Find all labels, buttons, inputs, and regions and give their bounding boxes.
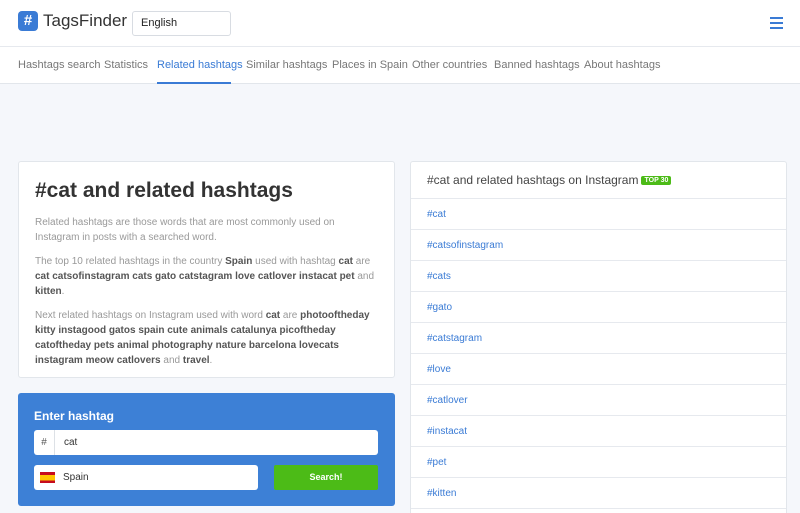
page-title: #cat and related hashtags	[35, 179, 293, 202]
tag-link[interactable]: #pet	[411, 447, 786, 478]
tag-link[interactable]: #love	[411, 354, 786, 385]
spain-flag-icon	[40, 472, 55, 483]
nav-similar-hashtags[interactable]: Similar hashtags	[246, 59, 327, 71]
nav-about-hashtags[interactable]: About hashtags	[584, 59, 660, 71]
tag-link[interactable]: #gato	[411, 292, 786, 323]
tag-link[interactable]: #catlover	[411, 385, 786, 416]
search-panel-title: Enter hashtag	[34, 409, 115, 423]
logo-text: TagsFinder	[43, 11, 128, 30]
tag-link[interactable]: #kitten	[411, 478, 786, 509]
nav-places-in-spain[interactable]: Places in Spain	[332, 59, 408, 71]
nav-other-countries[interactable]: Other countries	[412, 59, 487, 71]
nav-banned-hashtags[interactable]: Banned hashtags	[494, 59, 580, 71]
info-paragraph-3: Next related hashtags on Instagram used …	[35, 310, 370, 366]
tag-link[interactable]: #cat	[411, 199, 786, 230]
search-panel: Enter hashtag # cat Spain Search!	[18, 393, 395, 506]
info-paragraph-2: The top 10 related hashtags in the count…	[35, 256, 375, 297]
info-paragraph-1: Related hashtags are those words that ar…	[35, 217, 335, 243]
search-button[interactable]: Search!	[274, 465, 378, 490]
hashtag-input[interactable]: # cat	[34, 430, 378, 455]
active-tab-indicator	[157, 82, 231, 84]
tags-title: #cat and related hashtags on Instagram	[427, 173, 639, 187]
menu-icon[interactable]	[770, 17, 783, 29]
nav-statistics[interactable]: Statistics	[104, 59, 148, 71]
nav-related-hashtags[interactable]: Related hashtags	[157, 59, 243, 71]
related-tags-card: #cat and related hashtags on Instagram T…	[410, 161, 787, 513]
hash-prefix-icon: #	[34, 430, 55, 455]
top-badge: TOP 30	[641, 175, 672, 185]
tag-link[interactable]: #instacat	[411, 416, 786, 447]
tag-link[interactable]: #cats	[411, 261, 786, 292]
nav-bar: Hashtags search Statistics Related hasht…	[0, 47, 800, 84]
info-card: #cat and related hashtags Related hashta…	[18, 161, 395, 378]
tag-link[interactable]: #catsofinstagram	[411, 230, 786, 261]
country-select[interactable]: Spain	[34, 465, 258, 490]
language-select[interactable]: English	[132, 11, 231, 36]
country-value: Spain	[63, 472, 89, 483]
tag-link[interactable]: #catstagram	[411, 323, 786, 354]
hashtag-input-value[interactable]: cat	[64, 430, 77, 455]
top-bar: # TagsFinder English	[0, 0, 800, 47]
hashtag-logo-icon: #	[18, 11, 38, 31]
tags-header: #cat and related hashtags on Instagram T…	[411, 162, 786, 199]
nav-hashtags-search[interactable]: Hashtags search	[18, 59, 101, 71]
logo[interactable]: # TagsFinder	[18, 11, 127, 31]
